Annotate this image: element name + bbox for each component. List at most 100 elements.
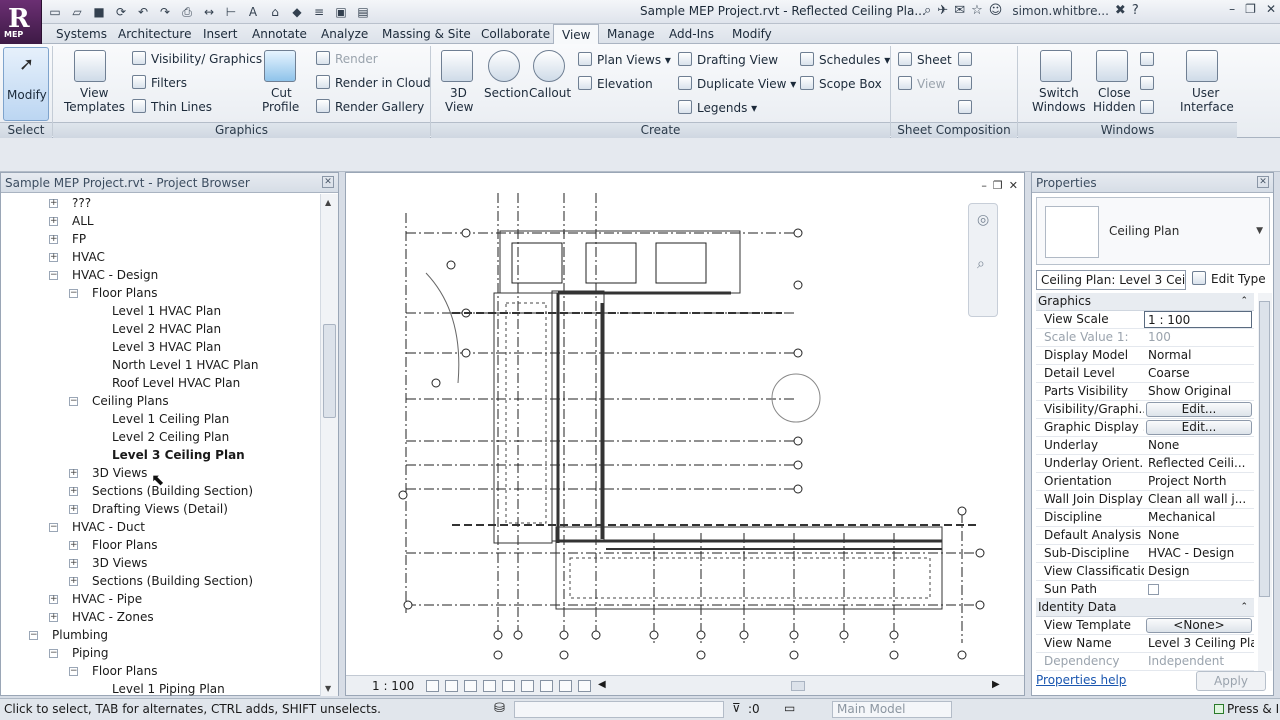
cascade-icon[interactable] [1140,76,1159,91]
binoculars-icon[interactable]: ⌕ [924,3,931,18]
tab-manage[interactable]: Manage [607,27,655,41]
filter-icon[interactable]: ⊽ [732,701,741,715]
collapse-icon[interactable]: − [49,649,58,658]
tree-item[interactable]: Level 1 Ceiling Plan [112,410,229,428]
tree-item[interactable]: Level 3 HVAC Plan [112,338,221,356]
tree-item[interactable]: Plumbing [52,626,108,644]
tab-annotate[interactable]: Annotate [252,27,307,41]
tree-item[interactable]: HVAC - Duct [72,518,145,536]
analytical-model-icon[interactable] [578,680,591,692]
expand-icon[interactable]: + [69,505,78,514]
crop-view-icon[interactable] [502,680,515,692]
collapse-icon[interactable]: ⌃ [1240,293,1248,310]
tree-item[interactable]: Sections (Building Section) [92,572,253,590]
reveal-hidden-icon[interactable] [559,680,572,692]
tree-item[interactable]: Floor Plans [92,662,157,680]
folder-icon[interactable]: ▱ [68,3,86,21]
group-identity-data[interactable]: Identity Data ⌃ [1036,599,1254,617]
legends-button[interactable]: Legends ▾ [678,100,757,115]
expand-icon[interactable]: + [49,235,58,244]
tile-icon[interactable] [1140,100,1159,115]
zoom-icon[interactable]: ⌕ [977,256,985,272]
workset-field[interactable] [514,701,724,718]
scroll-left-icon[interactable]: ◀ [598,679,606,690]
press-drag-toggle[interactable]: Press & I [1214,702,1279,716]
steering-wheel-icon[interactable]: ◎ [977,212,989,228]
tree-item[interactable]: HVAC [72,248,105,266]
show-crop-icon[interactable] [521,680,534,692]
scroll-right-icon[interactable]: ▶ [992,679,1000,690]
tree-item[interactable]: Roof Level HVAC Plan [112,374,240,392]
cut-profile-label-2[interactable]: Profile [262,100,299,114]
undo-icon[interactable]: ↶ [134,3,152,21]
drawing-area[interactable]: – ❐ ✕ ◎ ⌕ 1: 100 ◀ ▶ [345,172,1025,696]
tree-item[interactable]: 3D Views [92,464,147,482]
view-scale[interactable]: 1 : 100 [372,679,414,693]
measure-icon[interactable]: ↔ [200,3,218,21]
tree-item[interactable]: 3D Views [92,554,147,572]
instance-filter-select[interactable]: Ceiling Plan: Level 3 Ceili [1036,270,1186,290]
render-button[interactable]: Render [316,51,378,66]
tree-item[interactable]: Floor Plans [92,284,157,302]
text-icon[interactable]: A [244,3,262,21]
schedules-button[interactable]: Schedules ▾ [800,52,890,67]
tree-item[interactable]: HVAC - Zones [72,608,154,626]
expand-icon[interactable]: + [69,469,78,478]
shadows-icon[interactable] [483,680,496,692]
collapse-icon[interactable]: − [69,289,78,298]
section-icon[interactable]: ◆ [288,3,306,21]
navigation-bar[interactable]: ◎ ⌕ [968,203,998,317]
expand-icon[interactable]: + [49,217,58,226]
print-icon[interactable]: ⎙ [178,3,196,21]
callout-button[interactable]: Callout [529,86,571,100]
replicate-icon[interactable] [1140,52,1159,67]
horizontal-scroll-thumb[interactable] [791,681,805,691]
tree-item[interactable]: Sections (Building Section) [92,482,253,500]
design-option-field[interactable]: Main Model [832,701,952,718]
type-selector[interactable]: Ceiling Plan ▼ [1036,197,1270,265]
worksets-icon[interactable]: ⛁ [494,701,505,716]
tree-item[interactable]: Level 2 HVAC Plan [112,320,221,338]
edit-type-button[interactable]: Edit Type [1192,271,1266,286]
close-icon[interactable]: ✕ [1257,176,1269,188]
user-interface-label-1[interactable]: User [1192,86,1219,100]
revisions-icon[interactable] [958,76,977,91]
prop-row-sub-discipline[interactable]: Sub-Discipline HVAC - Design [1036,545,1254,563]
tab-architecture[interactable]: Architecture [118,27,191,41]
close-icon[interactable]: ✕ [1266,2,1276,16]
redo-icon[interactable]: ↷ [156,3,174,21]
sheet-button[interactable]: Sheet [898,52,952,67]
plan-views-button[interactable]: Plan Views ▾ [578,52,671,67]
tree-item[interactable]: Level 1 HVAC Plan [112,302,221,320]
view-templates-label-2[interactable]: Templates [64,100,125,114]
expand-icon[interactable]: + [49,613,58,622]
tree-item[interactable]: Drafting Views (Detail) [92,500,228,518]
prop-row-orientation[interactable]: Orientation Project North [1036,473,1254,491]
tree-item[interactable]: ALL [72,212,94,230]
prop-row-view-name[interactable]: View Name Level 3 Ceiling Plan [1036,635,1254,653]
switch-windows-label-2[interactable]: Windows [1032,100,1086,114]
close-hidden-icon[interactable]: ▣ [332,3,350,21]
apply-button[interactable]: Apply [1196,671,1266,691]
prop-row-detail-level[interactable]: Detail Level Coarse [1036,365,1254,383]
tab-analyze[interactable]: Analyze [321,27,368,41]
place-view-button[interactable]: View [898,76,945,91]
sun-path-checkbox[interactable] [1148,584,1159,595]
temporary-hide-icon[interactable] [540,680,553,692]
visibility-graphics-button[interactable]: Visibility/ Graphics [132,51,262,66]
tab-massing-site[interactable]: Massing & Site [382,27,471,41]
tree-item-active[interactable]: Level 3 Ceiling Plan [112,446,245,464]
section-button[interactable]: Section [484,86,529,100]
sync-icon[interactable]: ⟳ [112,3,130,21]
filters-button[interactable]: Filters [132,75,187,90]
sun-path-icon[interactable] [464,680,477,692]
tree-item[interactable]: Ceiling Plans [92,392,169,410]
tab-view[interactable]: View [553,24,600,45]
collapse-icon[interactable]: − [49,523,58,532]
prop-row-underlay[interactable]: Underlay None [1036,437,1254,455]
collapse-icon[interactable]: − [49,271,58,280]
scroll-down-icon[interactable]: ▼ [325,684,331,693]
visual-style-icon[interactable] [445,680,458,692]
minimize-icon[interactable]: – [1229,2,1235,16]
modify-button[interactable]: ➚ Modify [3,47,49,121]
